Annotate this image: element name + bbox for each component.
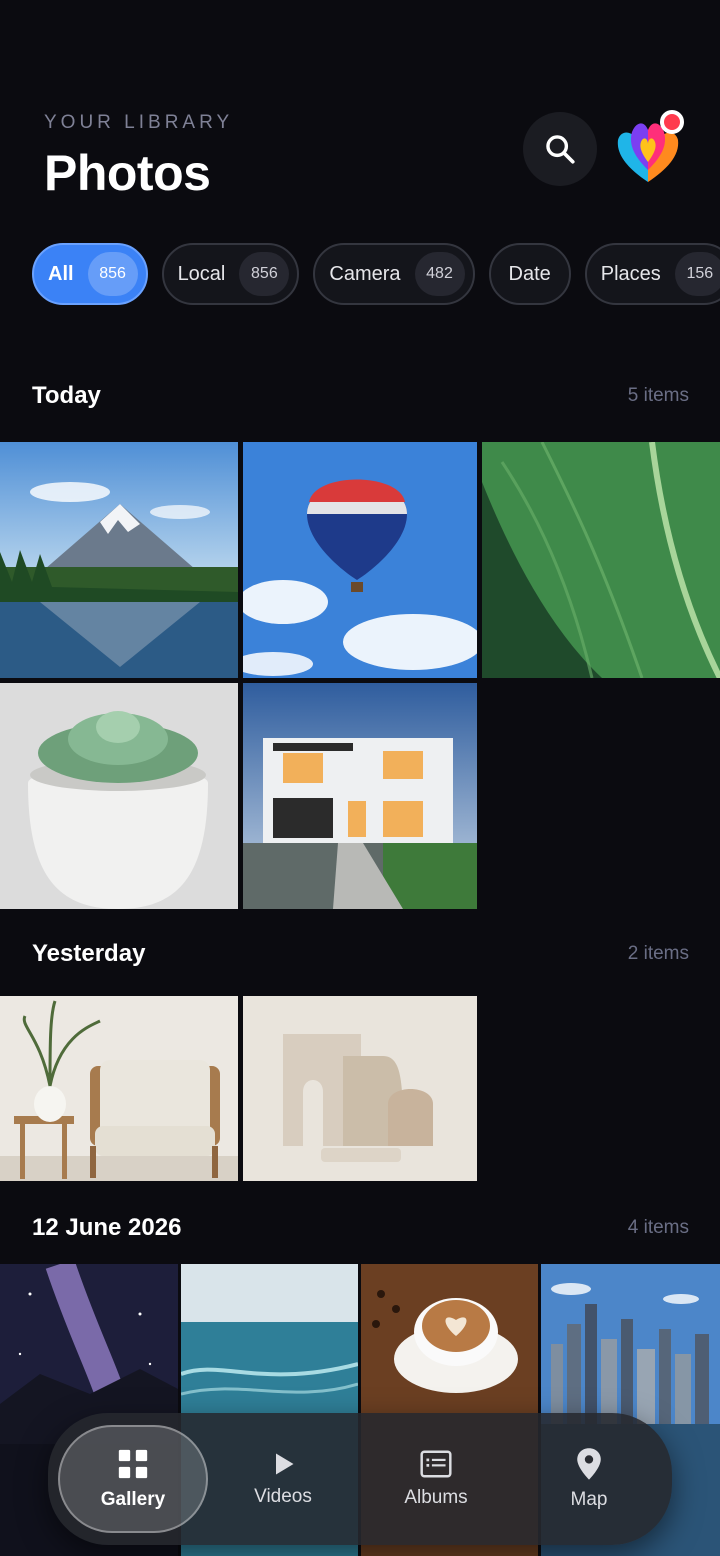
- nav-albums-label: Albums: [404, 1487, 468, 1508]
- page-title: Photos: [44, 145, 211, 201]
- nav-albums[interactable]: Albums: [361, 1413, 511, 1545]
- section-count: 5 items: [627, 385, 689, 406]
- photo-mountain-lake[interactable]: [0, 442, 238, 678]
- filter-chip-date[interactable]: Date: [488, 243, 571, 305]
- section-title: Yesterday: [32, 940, 146, 967]
- nav-map[interactable]: Map: [514, 1413, 664, 1545]
- map-pin-icon: [577, 1448, 601, 1480]
- section-title: Today: [32, 382, 101, 409]
- chip-count: 856: [87, 252, 138, 296]
- albums-icon: [420, 1450, 452, 1478]
- section-title: 12 June 2026: [32, 1214, 182, 1241]
- library-eyebrow: YOUR LIBRARY: [44, 112, 234, 133]
- filter-chip-camera[interactable]: Camera 482: [313, 243, 475, 305]
- search-icon: [546, 135, 575, 164]
- nav-videos-label: Videos: [254, 1486, 312, 1507]
- notification-dot: [660, 110, 684, 134]
- filter-chip-places[interactable]: Places 156: [584, 243, 720, 305]
- nav-gallery-label: Gallery: [100, 1489, 166, 1510]
- section-count: 2 items: [627, 943, 689, 964]
- chip-count: 482: [414, 252, 465, 296]
- chip-label: Places: [600, 262, 661, 285]
- section-header-yesterday: Yesterday 2 items: [32, 940, 689, 968]
- chip-label: All: [48, 262, 74, 285]
- nav-videos[interactable]: Videos: [208, 1413, 358, 1545]
- filter-chip-all[interactable]: All 856: [32, 243, 148, 305]
- nav-map-label: Map: [570, 1489, 608, 1510]
- page-header: YOUR LIBRARY Photos: [44, 112, 233, 202]
- photo-succulent-pot[interactable]: [0, 683, 238, 909]
- chip-count: 156: [674, 252, 720, 296]
- grid-icon: [118, 1449, 148, 1479]
- chip-count: 856: [239, 252, 290, 296]
- chip-label: Local: [177, 262, 226, 285]
- search-button[interactable]: [523, 112, 597, 186]
- filter-chips: All 856 Local 856 Camera 482 Date Places…: [32, 243, 720, 305]
- photo-arch-shapes[interactable]: [243, 996, 477, 1181]
- photo-hot-air-balloon[interactable]: [243, 442, 477, 678]
- bottom-nav: Gallery Videos Albums Map: [48, 1413, 672, 1545]
- nav-gallery[interactable]: Gallery: [58, 1425, 208, 1533]
- section-header-today: Today 5 items: [32, 382, 689, 410]
- play-icon: [276, 1453, 294, 1475]
- section-header-12-june-2026: 12 June 2026 4 items: [32, 1214, 689, 1242]
- photo-modern-house[interactable]: [243, 683, 477, 909]
- chip-label: Date: [508, 262, 551, 285]
- chip-label: Camera: [329, 262, 401, 285]
- section-count: 4 items: [627, 1217, 689, 1238]
- photo-armchair-interior[interactable]: [0, 996, 238, 1181]
- photo-green-leaf[interactable]: [482, 442, 720, 678]
- filter-chip-local[interactable]: Local 856: [161, 243, 300, 305]
